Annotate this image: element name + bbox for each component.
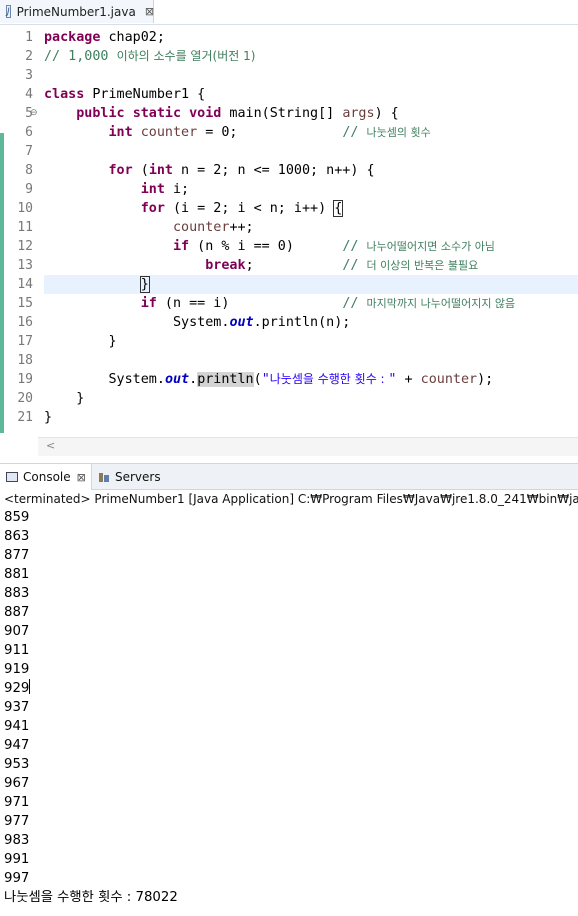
- line-number: 19: [17, 372, 33, 387]
- line-number: 6: [25, 125, 33, 140]
- line-number: 8: [25, 163, 33, 178]
- code-line-15: if (n == i) // 마지막까지 나누어떨어지지 않음: [140, 296, 516, 311]
- console-output-line: 883: [4, 586, 30, 601]
- console-tab-label: Console: [23, 470, 71, 484]
- line-number: 17: [17, 334, 33, 349]
- console-output-line: 947: [4, 738, 30, 753]
- code-line-13: break; // 더 이상의 반복은 불필요: [205, 258, 479, 273]
- code-editor[interactable]: 1 2 3 4 5 6 7 8 9 10 11 12 13 14 15 16 17 18 19 20 21 ⊖ pack…: [0, 25, 578, 456]
- console-output-line: 929: [4, 679, 31, 696]
- code-line-6: int counter = 0; // 나눗셈의 횟수: [108, 125, 431, 140]
- line-number: 11: [17, 220, 33, 235]
- line-number: 18: [17, 353, 33, 368]
- code-line-5: public static void main(String[] args) {: [76, 106, 399, 121]
- close-icon[interactable]: ⊠: [77, 471, 86, 484]
- line-number: 9: [25, 182, 33, 197]
- code-line-19: System.out.println("나눗셈을 수행한 횟수 : " + co…: [108, 372, 494, 387]
- scroll-left-arrow-icon[interactable]: <: [46, 439, 55, 452]
- line-number: 1: [25, 30, 33, 45]
- line-number: 14: [17, 277, 33, 292]
- terminated-status: <terminated> PrimeNumber1 [Java Applicat…: [4, 492, 578, 506]
- servers-tab-label: Servers: [115, 470, 161, 484]
- console-output-line: 919: [4, 662, 30, 677]
- console-output-line: 983: [4, 833, 30, 848]
- code-line-12: if (n % i == 0) // 나누어떨어지면 소수가 아님: [173, 239, 495, 254]
- console-output-line: 997: [4, 871, 30, 886]
- console-output-line: 937: [4, 700, 30, 715]
- line-number: 21: [17, 410, 33, 425]
- code-line-10: for (i = 2; i < n; i++) {: [140, 200, 344, 217]
- code-line-17: }: [108, 334, 117, 349]
- console-output-line: 863: [4, 529, 30, 544]
- line-number: 7: [25, 144, 33, 159]
- console-output[interactable]: 859 863 877 881 883 887 907 911 919 929 937 941 947 9…: [4, 508, 578, 888]
- java-file-icon: J: [6, 5, 11, 18]
- code-line-1: package chap02;: [44, 30, 165, 45]
- servers-icon: [98, 472, 110, 483]
- console-output-line: 953: [4, 757, 30, 772]
- console-final-line: 나눗셈을 수행한 횟수 : 78022: [4, 890, 178, 905]
- line-number: 16: [17, 315, 33, 330]
- editor-tab-title: PrimeNumber1.java: [16, 4, 136, 19]
- code-line-9: int i;: [140, 182, 190, 197]
- line-number: 10: [17, 201, 33, 216]
- console-output-line: 971: [4, 795, 30, 810]
- code-line-2: // 1,000 이하의 소수를 열거(버전 1): [44, 49, 256, 64]
- code-line-8: for (int n = 2; n <= 1000; n++) {: [108, 163, 375, 178]
- console-output-line: 991: [4, 852, 30, 867]
- tab-console[interactable]: Console ⊠: [0, 464, 92, 490]
- matching-brace-close: }: [139, 276, 150, 293]
- close-icon[interactable]: ⊠: [145, 5, 154, 18]
- line-number: 2: [25, 49, 33, 64]
- fold-collapse-icon[interactable]: ⊖: [30, 108, 38, 118]
- line-number: 4: [25, 87, 33, 102]
- console-output-line: 967: [4, 776, 30, 791]
- code-line-16: System.out.println(n);: [173, 315, 351, 330]
- line-number: 20: [17, 391, 33, 406]
- console-output-line: 881: [4, 567, 30, 582]
- console-output-line: 859: [4, 510, 30, 525]
- text-caret: [29, 679, 31, 694]
- tab-servers[interactable]: Servers: [98, 464, 161, 490]
- console-output-line: 911: [4, 643, 30, 658]
- code-line-11: counter++;: [173, 220, 254, 235]
- console-output-line: 941: [4, 719, 30, 734]
- line-number: 13: [17, 258, 33, 273]
- code-line-14-current: }: [44, 275, 578, 294]
- matching-brace: {: [333, 200, 344, 217]
- code-line-4: class PrimeNumber1 {: [44, 87, 206, 102]
- editor-tab-bar: J PrimeNumber1.java ⊠: [0, 0, 578, 25]
- console-output-line: 977: [4, 814, 30, 829]
- editor-horizontal-scrollbar[interactable]: <: [38, 437, 578, 456]
- console-tab-bar: Console ⊠ Servers: [0, 463, 578, 490]
- console-output-line: 887: [4, 605, 30, 620]
- console-monitor-icon: [6, 472, 18, 482]
- console-output-line: 907: [4, 624, 30, 639]
- code-line-21: }: [44, 410, 53, 425]
- console-output-line: 877: [4, 548, 30, 563]
- code-line-20: }: [76, 391, 85, 406]
- line-number-gutter: 1 2 3 4 5 6 7 8 9 10 11 12 13 14 15 16 17 18 19 20 21: [4, 25, 38, 437]
- occurrence-highlight: println: [197, 372, 254, 387]
- line-number: 12: [17, 239, 33, 254]
- line-number: 15: [17, 296, 33, 311]
- editor-tab-primenumber1[interactable]: J PrimeNumber1.java ⊠: [0, 0, 154, 23]
- line-number: 3: [25, 68, 33, 83]
